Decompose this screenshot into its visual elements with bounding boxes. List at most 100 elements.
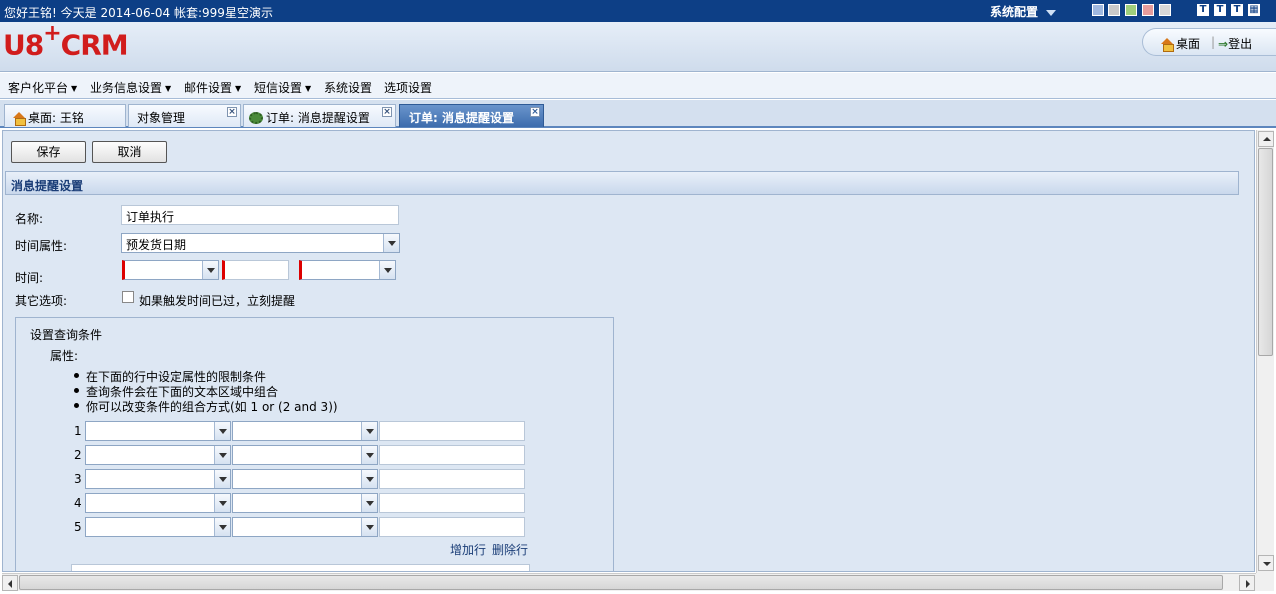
row-number: 1 (74, 424, 82, 438)
horizontal-scrollbar[interactable] (2, 573, 1256, 591)
condition-value-input[interactable] (379, 517, 525, 537)
menu-customization-platform[interactable]: 客户化平台 ▼ (8, 79, 77, 96)
hint-item: 你可以改变条件的组合方式(如 1 or (2 and 3)) (74, 400, 338, 414)
delete-row-link[interactable]: 删除行 (492, 541, 528, 558)
chevron-down-icon[interactable] (379, 261, 395, 279)
condition-operator-select[interactable] (232, 493, 378, 513)
menu-option-settings[interactable]: 选项设置 (384, 79, 432, 96)
system-config-label: 系统配置 (990, 5, 1039, 19)
trigger-now-checkbox[interactable] (122, 291, 134, 303)
row-number: 5 (74, 520, 82, 534)
vertical-scroll-thumb[interactable] (1258, 148, 1273, 356)
logout-link[interactable]: ⇒登出 (1218, 35, 1252, 52)
scroll-right-icon[interactable] (1239, 575, 1255, 591)
top-info-bar: 您好王铭! 今天是 2014-06-04 帐套:999星空演示 系统配置 T T… (0, 0, 1276, 22)
condition-operator-select[interactable] (232, 469, 378, 489)
time-input[interactable] (222, 260, 289, 280)
header-shortcuts: 桌面 | ⇒登出 (1142, 28, 1276, 56)
scroll-left-icon[interactable] (2, 575, 18, 591)
section-header: 消息提醒设置 (5, 171, 1239, 195)
condition-field-select[interactable] (85, 421, 231, 441)
scroll-up-icon[interactable] (1258, 131, 1274, 147)
dropdown-arrow-icon: ▼ (235, 84, 242, 93)
theme-swatch-green[interactable] (1125, 4, 1137, 16)
greeting-text: 您好王铭! 今天是 2014-06-04 帐套:999星空演示 (4, 6, 273, 20)
chevron-down-icon[interactable] (214, 494, 230, 512)
condition-value-input[interactable] (379, 493, 525, 513)
add-row-link[interactable]: 增加行 (450, 541, 486, 558)
tab-order-reminder-2[interactable]: 订单: 消息提醒设置 × (399, 104, 544, 127)
menu-system-settings[interactable]: 系统设置 (324, 79, 372, 96)
time-label: 时间: (15, 271, 44, 285)
content-area: 保存 取消 消息提醒设置 名称: 订单执行 时间属性: 预发货日期 时间: 其它… (2, 130, 1255, 572)
close-icon[interactable]: × (530, 107, 540, 117)
query-title: 设置查询条件 (30, 328, 103, 342)
save-button[interactable]: 保存 (11, 141, 86, 163)
time-select-2[interactable] (299, 260, 396, 280)
main-menu: 客户化平台 ▼ 业务信息设置 ▼ 邮件设置 ▼ 短信设置 ▼ 系统设置 选项设置 (0, 73, 1276, 99)
house-icon (13, 112, 26, 126)
name-label: 名称: (15, 212, 44, 226)
condition-operator-select[interactable] (232, 421, 378, 441)
condition-value-input[interactable] (379, 469, 525, 489)
divider: | (1211, 35, 1216, 49)
horizontal-scroll-thumb[interactable] (19, 575, 1223, 590)
other-options-label: 其它选项: (15, 294, 68, 308)
row-number: 4 (74, 496, 82, 510)
condition-expression-textarea[interactable] (71, 564, 530, 571)
window-layout-icon[interactable]: ▦ (1248, 4, 1260, 16)
tab-desktop[interactable]: 桌面: 王铭 (4, 104, 126, 127)
time-select-1[interactable] (122, 260, 219, 280)
condition-value-input[interactable] (379, 421, 525, 441)
menu-sms-settings[interactable]: 短信设置 ▼ (254, 79, 311, 96)
chevron-down-icon[interactable] (361, 494, 377, 512)
font-size-medium-button[interactable]: T (1214, 4, 1226, 16)
chevron-down-icon[interactable] (214, 518, 230, 536)
chevron-down-icon[interactable] (202, 261, 218, 279)
condition-operator-select[interactable] (232, 445, 378, 465)
condition-field-select[interactable] (85, 517, 231, 537)
condition-field-select[interactable] (85, 445, 231, 465)
row-number: 3 (74, 472, 82, 486)
dropdown-arrow-icon: ▼ (305, 84, 312, 93)
vertical-scrollbar[interactable] (1256, 130, 1274, 573)
chevron-down-icon[interactable] (214, 422, 230, 440)
chevron-down-icon[interactable] (383, 234, 399, 252)
condition-field-select[interactable] (85, 493, 231, 513)
font-size-large-button[interactable]: T (1231, 4, 1243, 16)
chevron-down-icon[interactable] (361, 518, 377, 536)
theme-swatch-silver[interactable] (1159, 4, 1171, 16)
time-attribute-value: 预发货日期 (126, 238, 187, 252)
menu-business-info-settings[interactable]: 业务信息设置 ▼ (90, 79, 171, 96)
chevron-down-icon[interactable] (361, 422, 377, 440)
scroll-down-icon[interactable] (1258, 555, 1274, 571)
tab-order-reminder-1[interactable]: 订单: 消息提醒设置 × (243, 104, 396, 127)
time-attribute-label: 时间属性: (15, 239, 68, 253)
header-band: U8+CRM 桌面 | ⇒登出 (0, 21, 1276, 72)
cancel-button[interactable]: 取消 (92, 141, 167, 163)
tab-object-management[interactable]: 对象管理 × (128, 104, 241, 127)
close-icon[interactable]: × (227, 107, 237, 117)
close-icon[interactable]: × (382, 107, 392, 117)
gear-icon (249, 112, 263, 124)
chevron-down-icon[interactable] (361, 470, 377, 488)
condition-value-input[interactable] (379, 445, 525, 465)
desktop-link[interactable]: 桌面 (1161, 35, 1200, 52)
theme-swatch-blue[interactable] (1092, 4, 1104, 16)
logo: U8+CRM (3, 21, 129, 62)
logout-icon: ⇒ (1218, 37, 1229, 51)
time-attribute-select[interactable]: 预发货日期 (121, 233, 400, 253)
font-size-small-button[interactable]: T (1197, 4, 1209, 16)
scrollbar-corner (1256, 573, 1274, 591)
dropdown-arrow-icon: ▼ (71, 84, 78, 93)
menu-mail-settings[interactable]: 邮件设置 ▼ (184, 79, 241, 96)
condition-field-select[interactable] (85, 469, 231, 489)
chevron-down-icon[interactable] (214, 446, 230, 464)
name-input[interactable]: 订单执行 (121, 205, 399, 225)
chevron-down-icon[interactable] (361, 446, 377, 464)
chevron-down-icon[interactable] (214, 470, 230, 488)
system-config-menu[interactable]: 系统配置 (990, 3, 1057, 20)
theme-swatch-red[interactable] (1142, 4, 1154, 16)
theme-swatch-gray[interactable] (1108, 4, 1120, 16)
condition-operator-select[interactable] (232, 517, 378, 537)
